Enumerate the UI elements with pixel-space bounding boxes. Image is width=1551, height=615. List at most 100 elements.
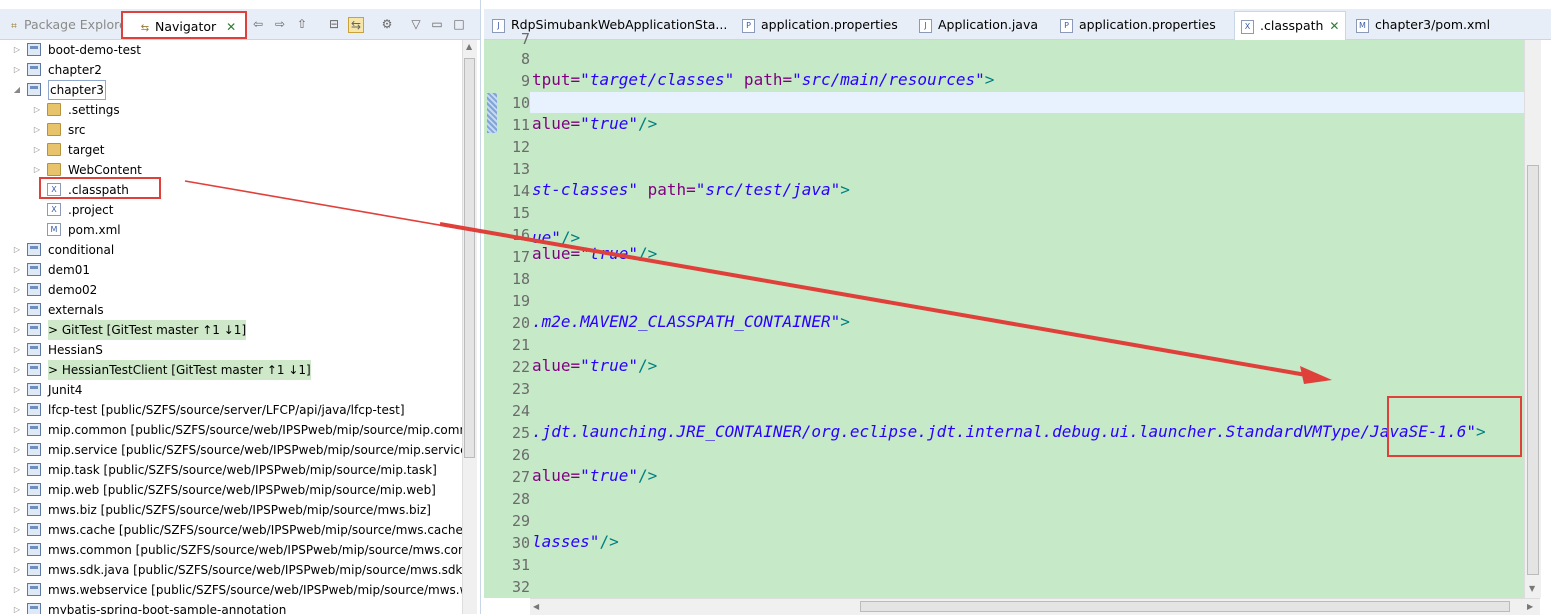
expand-icon[interactable]: ▷ [12, 300, 22, 320]
back-icon[interactable]: ⇦ [251, 17, 265, 31]
tree-item[interactable]: ▷ conditional [0, 240, 462, 260]
tree-item[interactable]: ▷ > GitTest [GitTest master ↑1 ↓1] [0, 320, 462, 340]
maximize-icon[interactable]: □ [452, 17, 466, 31]
minimize-icon[interactable]: ▭ [430, 17, 444, 31]
scroll-down-icon[interactable]: ▼ [1529, 584, 1535, 593]
line-number: 30 [511, 534, 530, 552]
tree-item[interactable]: ▷ mip.task [public/SZFS/source/web/IPSPwe… [0, 460, 462, 480]
editor-horizontal-scrollbar-thumb[interactable] [860, 601, 1510, 612]
expand-icon[interactable]: ▷ [12, 520, 22, 540]
navigator-scrollbar-thumb[interactable] [464, 58, 475, 458]
expand-icon[interactable]: ▷ [12, 260, 22, 280]
tree-item[interactable]: ▷ mip.common [public/SZFS/source/web/IPSP… [0, 420, 462, 440]
expand-icon[interactable]: ▷ [12, 420, 22, 440]
expand-icon[interactable]: ▷ [12, 600, 22, 614]
editor-tab[interactable]: Papplication.properties [1060, 15, 1216, 35]
scroll-left-icon[interactable]: ◀ [533, 602, 539, 611]
expand-icon[interactable]: ▷ [12, 40, 22, 60]
expand-icon[interactable]: ▷ [12, 440, 22, 460]
tree-item[interactable]: ▷ dem01 [0, 260, 462, 280]
tree-item[interactable]: X .project [0, 200, 462, 220]
tree-item[interactable]: ▷ boot-demo-test [0, 40, 462, 60]
collapse-all-icon[interactable]: ⊟ [327, 17, 341, 31]
expand-icon[interactable]: ▷ [12, 280, 22, 300]
editor-tab[interactable]: Mchapter3/pom.xml [1356, 15, 1490, 35]
editor-tab[interactable]: X .classpath ✕ [1234, 11, 1347, 40]
link-with-editor-icon[interactable]: ⇆ [348, 17, 364, 33]
xml-attribute: alue= [532, 466, 581, 485]
quick-diff-marker [487, 93, 497, 133]
project-icon [27, 483, 41, 496]
tree-item[interactable]: ▷ mws.common [public/SZFS/source/web/IPSP… [0, 540, 462, 560]
close-tab-icon[interactable]: ✕ [226, 20, 236, 34]
expand-icon[interactable]: ▷ [12, 320, 22, 340]
editor-vertical-scrollbar-thumb[interactable] [1527, 165, 1539, 575]
expand-icon[interactable]: ▷ [12, 540, 22, 560]
expand-icon[interactable]: ▷ [12, 480, 22, 500]
tree-item[interactable]: ▷ mws.biz [public/SZFS/source/web/IPSPweb… [0, 500, 462, 520]
filters-icon[interactable]: ⚙ [380, 17, 394, 31]
expand-icon[interactable]: ▷ [12, 380, 22, 400]
editor-vertical-scrollbar[interactable]: ▼ [1524, 40, 1541, 598]
up-icon[interactable]: ⇧ [295, 17, 309, 31]
expand-icon[interactable]: ▷ [12, 360, 22, 380]
expand-icon[interactable]: ▷ [12, 400, 22, 420]
code-line: .m2e.MAVEN2_CLASSPATH_CONTAINER"> [532, 312, 850, 331]
project-icon [27, 283, 41, 296]
tree-item[interactable]: ▷ externals [0, 300, 462, 320]
tree-item[interactable]: ▷ chapter2 [0, 60, 462, 80]
tree-item[interactable]: ▷ HessianS [0, 340, 462, 360]
tree-item[interactable]: ▷ mybatis-spring-boot-sample-annotation [0, 600, 462, 614]
expand-icon[interactable]: ▷ [12, 500, 22, 520]
forward-icon[interactable]: ⇨ [273, 17, 287, 31]
expand-icon[interactable]: ▷ [12, 240, 22, 260]
expand-icon[interactable]: ▷ [12, 60, 22, 80]
tree-item[interactable]: ▷ mws.webservice [public/SZFS/source/web/… [0, 580, 462, 600]
tree-item[interactable]: ▷ mip.service [public/SZFS/source/web/IPS… [0, 440, 462, 460]
collapse-icon[interactable]: ◢ [12, 80, 22, 100]
tab-package-explorer[interactable]: ⌗ Package Explorer [8, 15, 132, 35]
line-number: 20 [511, 314, 530, 332]
tree-item[interactable]: ▷ mip.web [public/SZFS/source/web/IPSPweb… [0, 480, 462, 500]
expand-icon[interactable]: ▷ [12, 340, 22, 360]
tree-item[interactable]: ▷ mws.sdk.java [public/SZFS/source/web/IP… [0, 560, 462, 580]
tree-item[interactable]: ▷ src [0, 120, 462, 140]
tree-item[interactable]: ▷ > HessianTestClient [GitTest master ↑1 … [0, 360, 462, 380]
tree-item[interactable]: ◢ chapter3 [0, 80, 462, 100]
tree-item-label: mws.webservice [public/SZFS/source/web/I… [48, 583, 462, 597]
tree-item[interactable]: ▷ mws.cache [public/SZFS/source/web/IPSPw… [0, 520, 462, 540]
xml-attribute: tput= [532, 70, 581, 89]
tree-item[interactable]: ▷ demo02 [0, 280, 462, 300]
xml-tag-punctuation: > [984, 70, 995, 89]
tree-item[interactable]: Mpom.xml [0, 220, 462, 240]
editor-tab-label: .classpath [1260, 18, 1324, 33]
scroll-right-icon[interactable]: ▶ [1527, 602, 1533, 611]
expand-icon[interactable]: ▷ [32, 120, 42, 140]
xml-source-editor[interactable]: 7 8 9 tput="target/classes" path="src/main/… [484, 30, 1524, 598]
expand-icon[interactable]: ▷ [32, 140, 42, 160]
scroll-up-icon[interactable]: ▲ [466, 42, 472, 51]
line-number: 25 [511, 424, 530, 442]
editor-horizontal-scrollbar[interactable]: ◀ ▶ [530, 598, 1540, 615]
editor-tab[interactable]: J Application.java [919, 15, 1038, 35]
navigator-icon: ⇆ [140, 23, 150, 34]
expand-icon[interactable]: ▷ [12, 460, 22, 480]
editor-tab[interactable]: Papplication.properties [742, 15, 898, 35]
expand-icon[interactable]: ▷ [12, 560, 22, 580]
project-icon [27, 463, 41, 476]
expand-icon[interactable]: ▷ [32, 100, 42, 120]
line-number: 13 [511, 160, 530, 178]
tree-item[interactable]: ▷ Junit4 [0, 380, 462, 400]
navigator-scrollbar[interactable]: ▲ [462, 40, 477, 614]
view-menu-icon[interactable]: ▽ [409, 17, 423, 31]
tree-item[interactable]: ▷ lfcp-test [public/SZFS/source/server/LF… [0, 400, 462, 420]
expand-icon[interactable]: ▷ [12, 580, 22, 600]
xml-attribute-value: "src/test/java" [695, 180, 841, 199]
tree-item[interactable]: ▷ target [0, 140, 462, 160]
navigator-tree[interactable]: ▷ boot-demo-test ▷ chapter2 ◢ chapter3 ▷ .setti… [0, 40, 462, 614]
project-icon [27, 543, 41, 556]
line-number: 12 [511, 138, 530, 156]
tree-item[interactable]: ▷ .settings [0, 100, 462, 120]
tab-navigator[interactable]: ⇆ Navigator ✕ [121, 11, 247, 39]
close-tab-icon[interactable]: ✕ [1329, 19, 1339, 33]
